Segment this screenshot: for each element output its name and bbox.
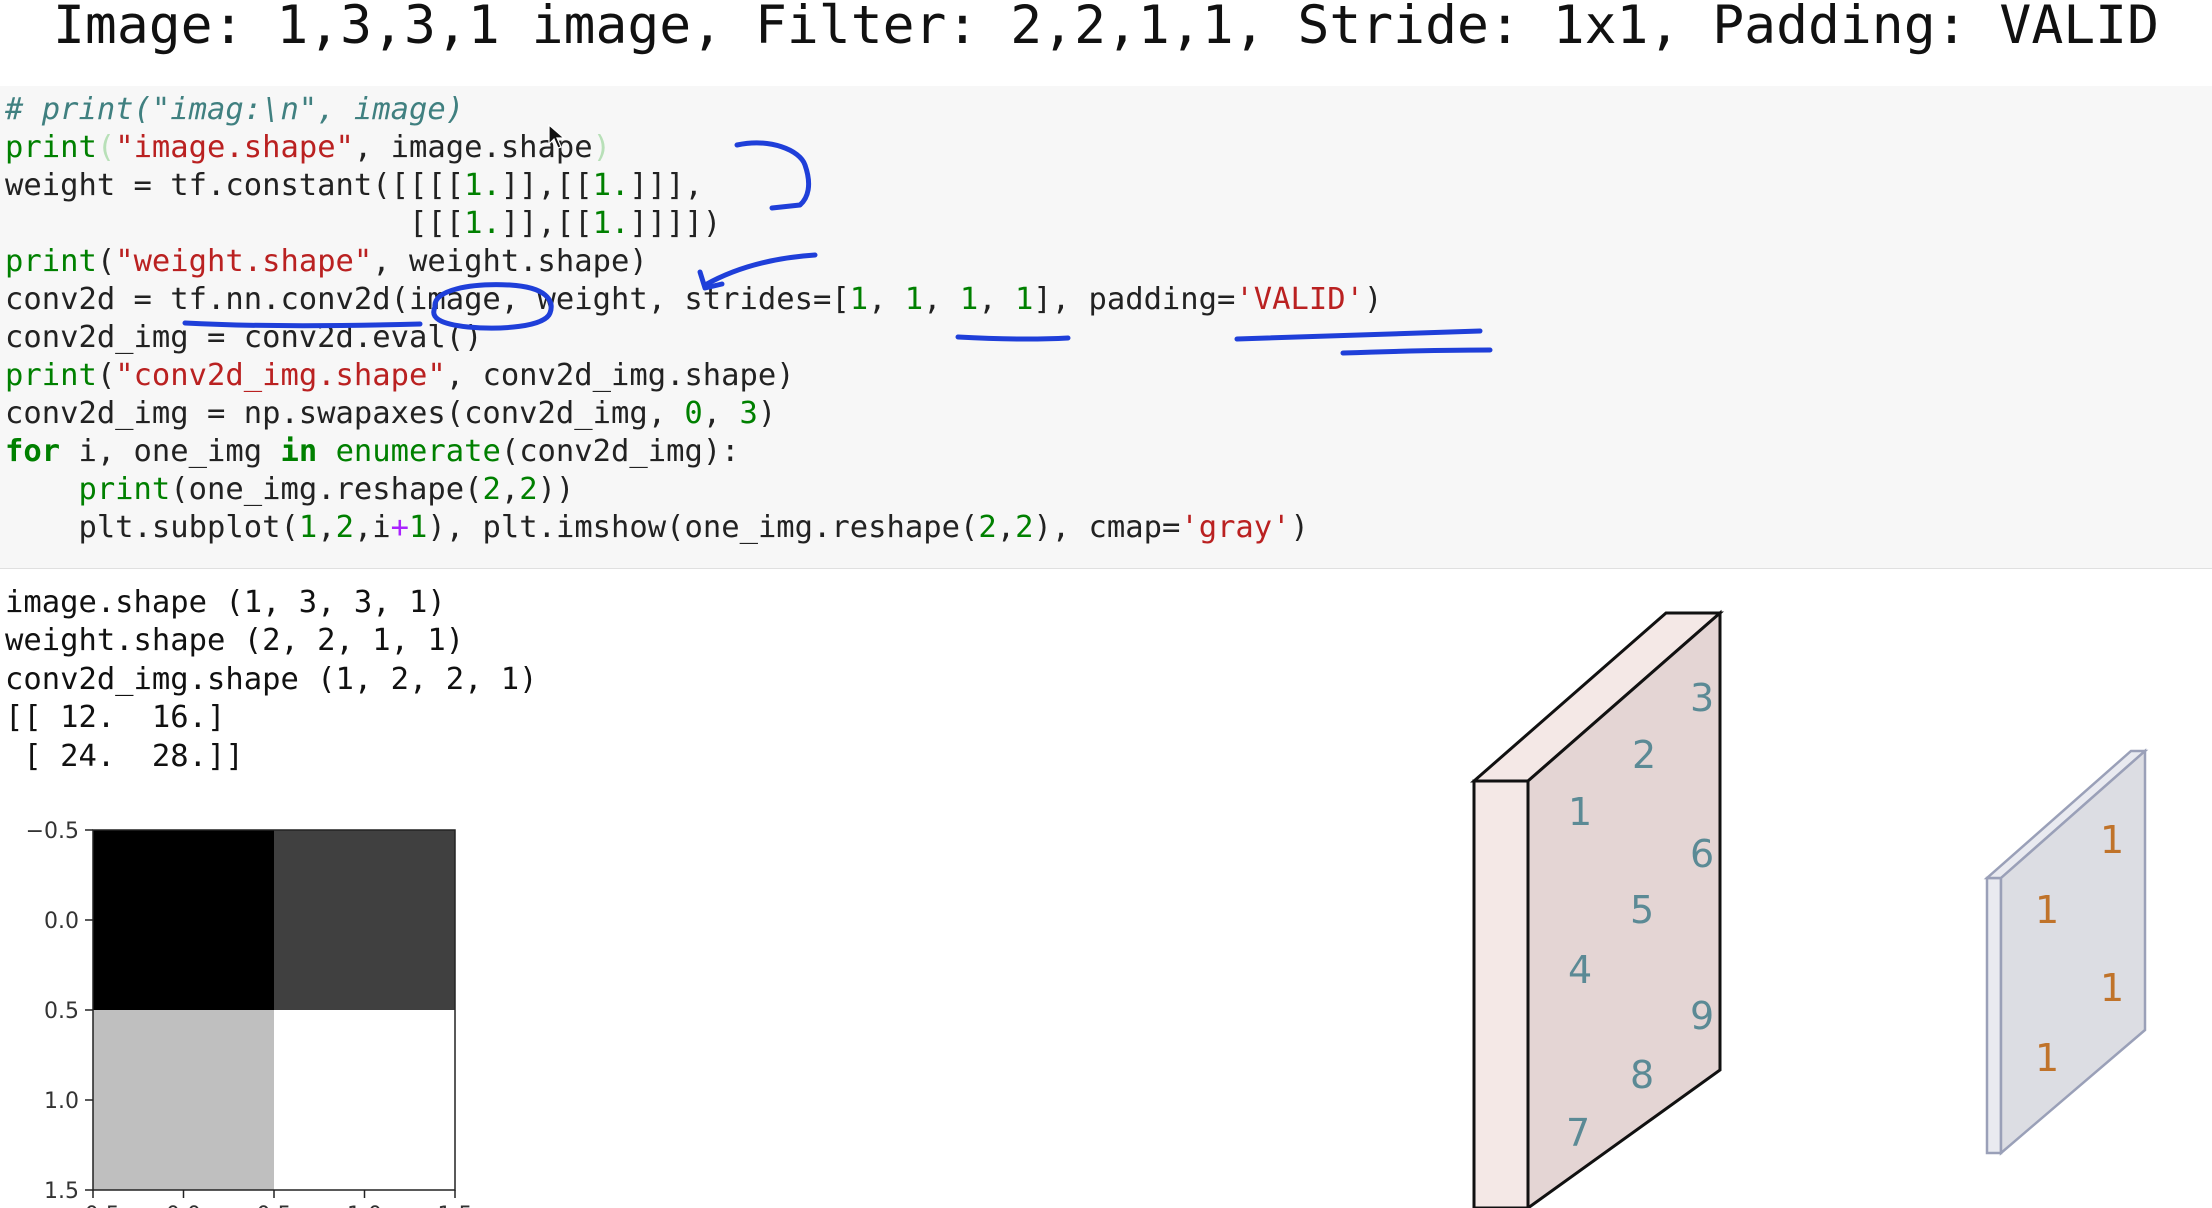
weight-value: 1 xyxy=(2100,818,2124,862)
image-block-diagram: 1 2 3 4 5 6 7 8 9 xyxy=(1470,609,1724,1208)
output-line: [ 24. 28.]] xyxy=(5,739,244,774)
output-line: [[ 12. 16.] xyxy=(5,700,226,735)
block-side-face xyxy=(1472,779,1530,1208)
pixel-value: 2 xyxy=(1632,733,1656,777)
pixel-value: 8 xyxy=(1630,1053,1654,1097)
y-tick-label: −0.5 xyxy=(26,819,79,844)
pixel-value: 4 xyxy=(1568,948,1592,992)
heatmap-cell xyxy=(274,830,455,1010)
x-tick-label: 0.5 xyxy=(257,1203,292,1208)
heatmap-cell xyxy=(93,1010,274,1190)
x-tick-label: −0.5 xyxy=(66,1203,119,1208)
y-tick-label: 1.5 xyxy=(44,1179,79,1204)
y-tick-label: 0.5 xyxy=(44,999,79,1024)
output-line: conv2d_img.shape (1, 2, 2, 1) xyxy=(5,662,538,697)
underline-padding-1 xyxy=(1234,328,1483,342)
filter-side-face xyxy=(1985,876,2003,1155)
weight-value: 1 xyxy=(2035,888,2059,932)
pixel-value: 9 xyxy=(1690,994,1714,1038)
output-line: image.shape (1, 3, 3, 1) xyxy=(5,585,446,620)
y-tick-label: 1.0 xyxy=(44,1089,79,1114)
pixel-value: 3 xyxy=(1690,676,1714,720)
underline-padding-2 xyxy=(1340,347,1493,356)
pixel-value: 7 xyxy=(1566,1111,1590,1155)
weight-value: 1 xyxy=(2035,1036,2059,1080)
underline-conv2d xyxy=(182,320,423,329)
y-tick-label: 0.0 xyxy=(44,909,79,934)
x-tick-label: 0.0 xyxy=(166,1203,201,1208)
heatmap-cell xyxy=(93,830,274,1010)
bracket-annotation xyxy=(734,140,812,211)
output-line: weight.shape (2, 2, 1, 1) xyxy=(5,623,465,658)
x-tick-label: 1.5 xyxy=(438,1203,473,1208)
x-tick-label: 1.0 xyxy=(347,1203,382,1208)
circle-annotation xyxy=(431,282,554,331)
pixel-value: 5 xyxy=(1630,888,1654,932)
underline-strides xyxy=(955,334,1071,342)
filter-block-diagram: 1 1 1 1 xyxy=(1983,748,2149,1156)
pixel-value: 6 xyxy=(1690,832,1714,876)
heatmap-plot: −0.5 0.0 0.5 1.0 1.5 −0.5 0.0 0.5 1.0 1.5 xyxy=(26,819,473,1208)
heatmap-cell xyxy=(274,1010,455,1190)
arrow-annotation xyxy=(702,252,818,288)
weight-value: 1 xyxy=(2100,966,2124,1010)
pixel-value: 1 xyxy=(1568,790,1592,834)
